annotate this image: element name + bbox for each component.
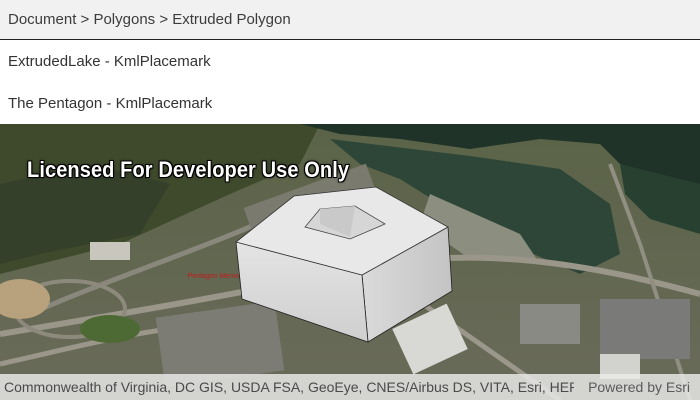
map-attribution: Commonwealth of Virginia, DC GIS, USDA F… bbox=[0, 374, 700, 400]
app-root: Document > Polygons > Extruded Polygon E… bbox=[0, 0, 700, 400]
powered-by-esri[interactable]: Powered by Esri bbox=[588, 379, 690, 395]
breadcrumb[interactable]: Document > Polygons > Extruded Polygon bbox=[0, 0, 700, 40]
building bbox=[90, 242, 130, 260]
list-item-extruded-lake[interactable]: ExtrudedLake - KmlPlacemark bbox=[0, 40, 700, 82]
breadcrumb-text: Document > Polygons > Extruded Polygon bbox=[8, 11, 291, 28]
attribution-text[interactable]: Commonwealth of Virginia, DC GIS, USDA F… bbox=[4, 379, 574, 395]
scene-view[interactable]: Pentagon Memorial Licensed For Developer… bbox=[0, 124, 700, 400]
license-watermark: Licensed For Developer Use Only bbox=[27, 158, 350, 183]
field bbox=[80, 315, 140, 343]
parking-lot bbox=[520, 304, 580, 344]
placemark-list: ExtrudedLake - KmlPlacemark The Pentagon… bbox=[0, 40, 700, 124]
list-item-the-pentagon[interactable]: The Pentagon - KmlPlacemark bbox=[0, 82, 700, 124]
list-item-label: The Pentagon - KmlPlacemark bbox=[8, 94, 213, 112]
parking-lot bbox=[600, 299, 690, 359]
list-item-label: ExtrudedLake - KmlPlacemark bbox=[8, 52, 211, 70]
